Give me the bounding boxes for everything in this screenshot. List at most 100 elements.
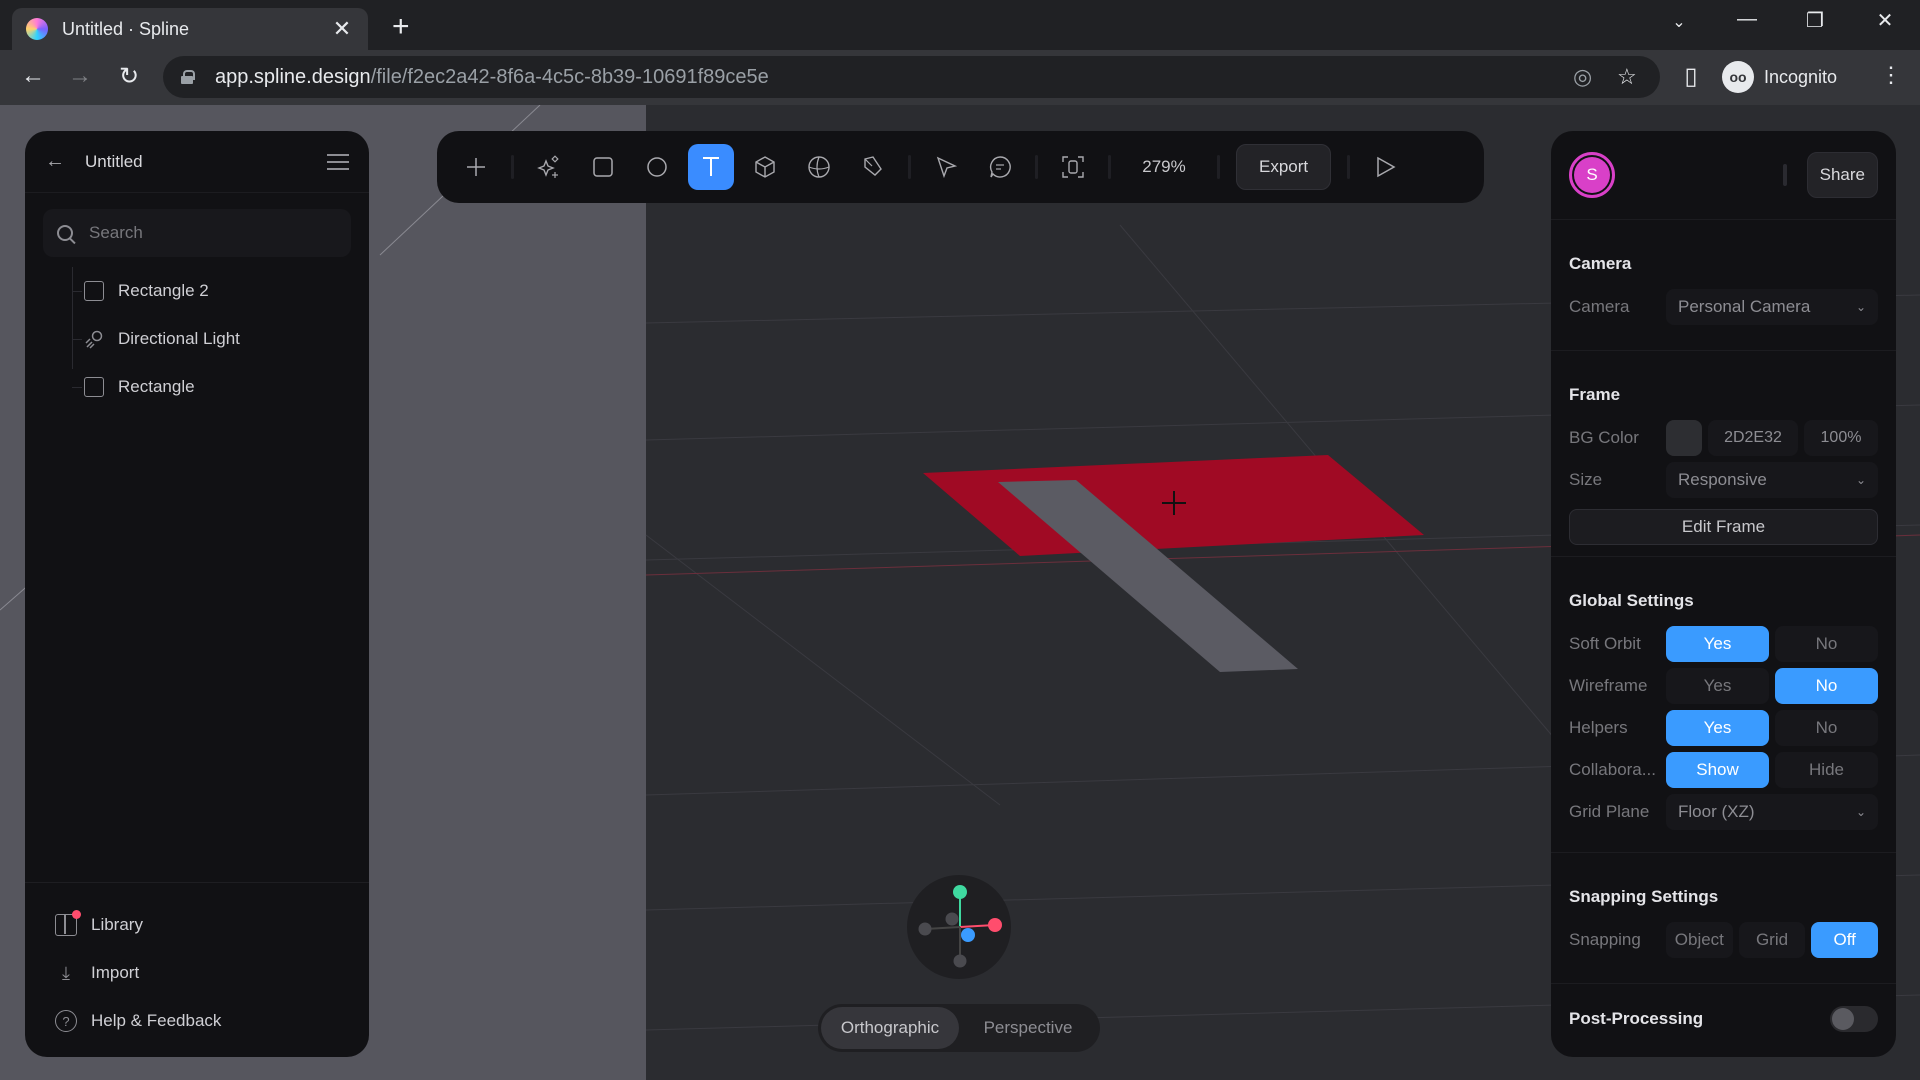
- zoom-level[interactable]: 279%: [1119, 157, 1209, 177]
- snapping-off[interactable]: Off: [1811, 922, 1879, 958]
- orientation-gizmo[interactable]: [907, 875, 1011, 979]
- play-button[interactable]: [1362, 144, 1408, 190]
- browser-tab[interactable]: Untitled · Spline ✕: [12, 8, 368, 50]
- frame-section-title: Frame: [1569, 385, 1621, 404]
- layer-item[interactable]: Rectangle: [72, 363, 369, 411]
- import-link[interactable]: ⤓ Import: [25, 949, 369, 997]
- frame-section: Frame BG Color 2D2E32 100% Size Responsi…: [1551, 351, 1896, 557]
- perspective-option[interactable]: Perspective: [959, 1007, 1097, 1049]
- cube-tool[interactable]: [742, 144, 788, 190]
- chevron-down-icon: ⌄: [1855, 473, 1866, 487]
- bookmark-star-icon[interactable]: ☆: [1617, 64, 1637, 90]
- tracking-protection-eye-off-icon[interactable]: ◎: [1573, 64, 1592, 90]
- reload-button[interactable]: ↻: [114, 62, 144, 91]
- pointer-tool[interactable]: [923, 144, 969, 190]
- avatar-initial: S: [1574, 157, 1610, 193]
- text-tool[interactable]: [688, 144, 734, 190]
- layer-search: [43, 209, 351, 257]
- export-button[interactable]: Export: [1236, 144, 1332, 190]
- soft-orbit-yes[interactable]: Yes: [1666, 626, 1769, 662]
- soft-orbit-no[interactable]: No: [1775, 626, 1878, 662]
- add-button[interactable]: [453, 144, 499, 190]
- forward-button[interactable]: →: [65, 62, 95, 90]
- ai-generate-tool[interactable]: [526, 144, 572, 190]
- snapping-grid[interactable]: Grid: [1738, 922, 1806, 958]
- wireframe-label: Wireframe: [1569, 676, 1648, 695]
- pointer-arrow-icon: [936, 156, 957, 179]
- rectangle-tool[interactable]: [580, 144, 626, 190]
- layer-item[interactable]: Directional Light: [72, 315, 369, 363]
- help-feedback-link[interactable]: ? Help & Feedback: [25, 997, 369, 1045]
- file-title: Untitled: [85, 151, 143, 171]
- pen-icon: [864, 156, 882, 176]
- post-processing-switch[interactable]: [1830, 1006, 1878, 1032]
- camera-select[interactable]: Personal Camera ⌄: [1666, 289, 1878, 325]
- wireframe-yes[interactable]: Yes: [1666, 668, 1769, 704]
- snapping-object[interactable]: Object: [1666, 922, 1733, 958]
- bg-color-label: BG Color: [1569, 428, 1639, 447]
- collaborators-hide[interactable]: Hide: [1775, 752, 1878, 788]
- tab-search-chevron-icon[interactable]: ⌄: [1664, 12, 1694, 32]
- edit-frame-button[interactable]: Edit Frame: [1569, 509, 1878, 545]
- back-arrow-icon[interactable]: ←: [45, 150, 67, 173]
- chevron-down-icon: ⌄: [1855, 805, 1866, 819]
- hamburger-menu-icon[interactable]: [327, 153, 349, 170]
- left-panel-footer: Library ⤓ Import ? Help & Feedback: [25, 882, 369, 1057]
- plus-icon: [467, 158, 485, 176]
- user-avatar[interactable]: S: [1569, 152, 1615, 198]
- collaborators-show[interactable]: Show: [1666, 752, 1769, 788]
- ellipse-icon: [647, 157, 667, 177]
- gizmo-x-handle: [988, 918, 1002, 932]
- frame-focus-tool[interactable]: [1050, 144, 1096, 190]
- grid-plane-select[interactable]: Floor (XZ) ⌄: [1666, 794, 1878, 830]
- gizmo-y-handle: [953, 885, 967, 899]
- right-panel-header: S Share: [1551, 131, 1896, 220]
- global-settings-section: Global Settings Soft Orbit Yes No Wirefr…: [1551, 557, 1896, 853]
- pen-tool[interactable]: [850, 144, 896, 190]
- library-link[interactable]: Library: [25, 901, 369, 949]
- layer-item[interactable]: Rectangle 2: [72, 267, 369, 315]
- share-button[interactable]: Share: [1806, 152, 1878, 198]
- close-tab-icon[interactable]: ✕: [330, 16, 354, 42]
- chevron-down-icon: ⌄: [1855, 300, 1866, 314]
- new-tab-button[interactable]: +: [392, 10, 410, 44]
- comment-tool[interactable]: [977, 144, 1023, 190]
- help-icon: ?: [55, 1010, 77, 1032]
- camera-section-title: Camera: [1569, 254, 1632, 273]
- search-input[interactable]: [89, 223, 319, 243]
- side-panel-icon[interactable]: ▯: [1676, 62, 1706, 91]
- soft-orbit-label: Soft Orbit: [1569, 634, 1641, 653]
- gizmo-z-handle: [961, 928, 975, 942]
- left-panel-header: ← Untitled: [25, 131, 369, 193]
- bg-opacity-input[interactable]: 100%: [1804, 420, 1878, 456]
- gizmo-neg-z-handle: [945, 912, 959, 926]
- ellipse-tool[interactable]: [634, 144, 680, 190]
- directional-light-icon: [85, 330, 103, 349]
- wireframe-no[interactable]: No: [1775, 668, 1878, 704]
- close-window-button[interactable]: ✕: [1870, 8, 1900, 33]
- camera-value: Personal Camera: [1678, 297, 1811, 316]
- layer-label: Rectangle: [118, 377, 195, 396]
- size-select[interactable]: Responsive ⌄: [1666, 462, 1878, 498]
- camera-section: Camera Camera Personal Camera ⌄: [1551, 220, 1896, 351]
- url-path: /file/f2ec2a42-8f6a-4c5c-8b39-10691f89ce…: [370, 65, 769, 88]
- gizmo-neg-x-handle: [918, 922, 932, 936]
- restore-button[interactable]: ❐: [1800, 8, 1830, 33]
- search-icon: [57, 225, 73, 241]
- minimize-button[interactable]: —: [1732, 8, 1762, 31]
- rectangle-icon: [84, 377, 104, 397]
- bg-color-swatch[interactable]: [1666, 420, 1702, 456]
- snapping-section: Snapping Settings Snapping Object Grid O…: [1551, 853, 1896, 984]
- orthographic-option[interactable]: Orthographic: [821, 1007, 959, 1049]
- browser-menu-icon[interactable]: ⋮: [1880, 62, 1902, 88]
- helpers-yes[interactable]: Yes: [1666, 710, 1769, 746]
- bg-color-hex-input[interactable]: 2D2E32: [1708, 420, 1798, 456]
- incognito-label: Incognito: [1764, 66, 1838, 87]
- collaborators-toggle: Show Hide: [1666, 752, 1878, 788]
- sphere-tool[interactable]: [796, 144, 842, 190]
- back-button[interactable]: ←: [18, 62, 48, 90]
- helpers-no[interactable]: No: [1775, 710, 1878, 746]
- incognito-profile-button[interactable]: oo Incognito: [1722, 56, 1837, 98]
- post-processing-section: Post-Processing: [1551, 984, 1896, 1054]
- address-bar[interactable]: app.spline.design/file/f2ec2a42-8f6a-4c5…: [163, 56, 1660, 98]
